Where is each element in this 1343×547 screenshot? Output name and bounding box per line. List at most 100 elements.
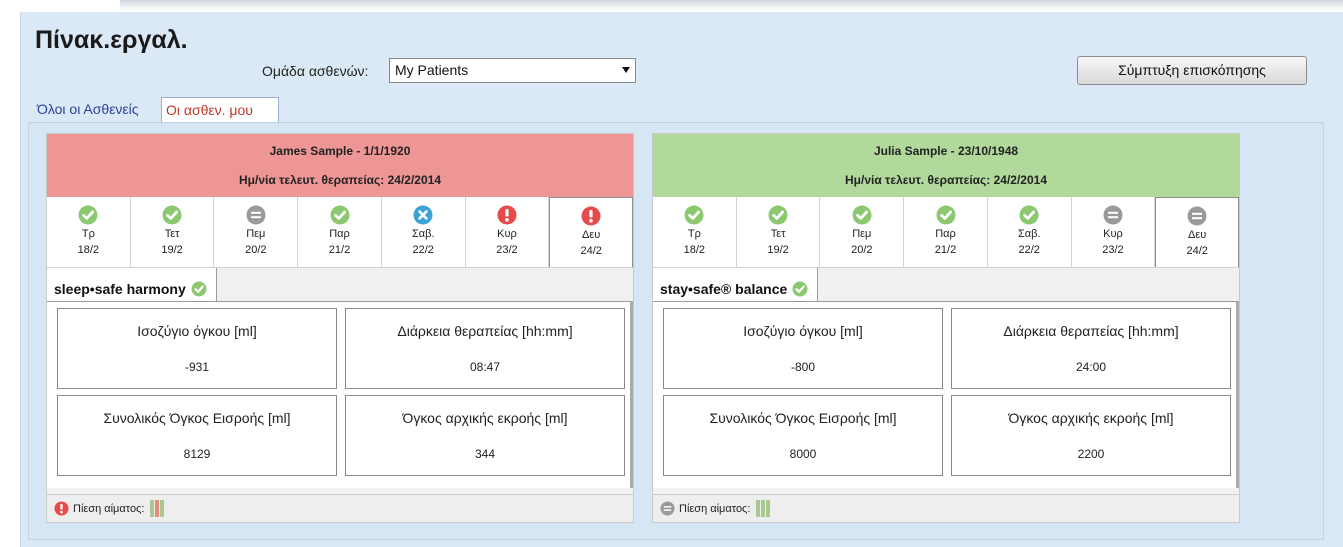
day-date: 24/2 — [580, 245, 602, 257]
day-cell[interactable]: Παρ 21/2 — [298, 197, 382, 267]
status-icon — [298, 205, 381, 225]
top-shadow — [120, 0, 1343, 10]
day-cell[interactable]: Τρ 18/2 — [653, 197, 737, 267]
day-cell[interactable]: Σαβ. 22/2 — [988, 197, 1072, 267]
day-date: 22/2 — [412, 244, 434, 256]
metric-label: Ισοζύγιο όγκου [ml] — [137, 323, 257, 339]
page-title: Πίνακ.εργαλ. — [35, 26, 188, 54]
metric-volume-balance: Ισοζύγιο όγκου [ml] -931 — [57, 308, 337, 389]
blood-pressure-label: Πίεση αίματος: — [73, 502, 145, 515]
status-icon — [466, 205, 549, 225]
day-date: 19/2 — [161, 244, 183, 256]
metric-label: Συνολικός Όγκος Εισροής [ml] — [103, 410, 291, 426]
metric-value: -931 — [184, 360, 210, 374]
day-label: Κυρ — [497, 228, 517, 240]
day-date: 22/2 — [1018, 244, 1040, 256]
status-icon — [214, 205, 297, 225]
day-cell[interactable]: Κυρ 23/2 — [1072, 197, 1156, 267]
status-icon — [904, 205, 987, 225]
patient-card[interactable]: Julia Sample - 23/10/1948 Ημ/νία τελευτ.… — [652, 133, 1240, 523]
blood-pressure-footer[interactable]: Πίεση αίματος: — [653, 494, 1239, 522]
patient-card[interactable]: James Sample - 1/1/1920 Ημ/νία τελευτ. θ… — [46, 133, 634, 523]
metric-value: 8000 — [789, 447, 817, 461]
day-date: 24/2 — [1186, 245, 1208, 257]
day-date: 23/2 — [496, 244, 518, 256]
metric-initial-drain: Όγκος αρχικής εκροής [ml] 2200 — [951, 395, 1231, 476]
status-icon — [1156, 206, 1238, 226]
metric-value: 2200 — [1077, 447, 1105, 461]
day-label: Πεμ — [852, 228, 872, 240]
metric-total-inflow: Συνολικός Όγκος Εισροής [ml] 8129 — [57, 395, 337, 476]
day-label: Τρ — [687, 228, 701, 240]
metric-value: 8129 — [183, 447, 211, 461]
metric-value: 344 — [474, 447, 496, 461]
day-date: 20/2 — [851, 244, 873, 256]
check-icon — [792, 281, 808, 297]
status-icon — [988, 205, 1071, 225]
blood-pressure-footer[interactable]: Πίεση αίματος: — [47, 494, 633, 522]
day-date: 23/2 — [1102, 244, 1124, 256]
blood-pressure-chart-icon — [756, 500, 771, 517]
therapy-days: Τρ 18/2 Τετ 19/2 Πεμ 20/2 Παρ 21/2 Σαβ. 22/2 … — [653, 197, 1240, 268]
alert-icon — [54, 501, 69, 516]
patient-group-select[interactable]: My Patients — [389, 58, 636, 83]
therapy-tabbar: sleep•safe harmony — [47, 268, 633, 302]
metric-therapy-duration: Διάρκεια θεραπείας [hh:mm] 24:00 — [951, 308, 1231, 389]
day-cell-selected[interactable]: Δευ 24/2 — [549, 197, 634, 267]
therapy-tabbar: stay•safe® balance — [653, 268, 1239, 302]
therapy-tab[interactable]: stay•safe® balance — [653, 268, 819, 302]
metric-total-inflow: Συνολικός Όγκος Εισροής [ml] 8000 — [663, 395, 943, 476]
patient-group-label: Ομάδα ασθενών: — [262, 63, 369, 79]
day-cell[interactable]: Πεμ 20/2 — [820, 197, 905, 267]
status-icon — [1072, 205, 1155, 225]
day-date: 18/2 — [683, 244, 706, 256]
metric-therapy-duration: Διάρκεια θεραπείας [hh:mm] 08:47 — [345, 308, 625, 389]
metric-label: Διάρκεια θεραπείας [hh:mm] — [397, 323, 573, 339]
day-cell[interactable]: Παρ 21/2 — [904, 197, 988, 267]
status-icon — [653, 205, 736, 225]
patient-header: Julia Sample - 23/10/1948 Ημ/νία τελευτ.… — [653, 134, 1239, 197]
status-icon — [131, 205, 214, 225]
chevron-down-icon — [622, 67, 630, 73]
day-label: Κυρ — [1103, 228, 1123, 240]
day-cell[interactable]: Σαβ. 22/2 — [382, 197, 466, 267]
metric-value: 08:47 — [469, 360, 501, 374]
metric-label: Διάρκεια θεραπείας [hh:mm] — [1003, 323, 1179, 339]
metric-label: Συνολικός Όγκος Εισροής [ml] — [709, 410, 897, 426]
day-cell[interactable]: Κυρ 23/2 — [466, 197, 550, 267]
metric-value: 24:00 — [1075, 360, 1107, 374]
tab-my-patients[interactable]: Οι ασθεν. μου — [161, 97, 279, 124]
metric-initial-drain: Όγκος αρχικής εκροής [ml] 344 — [345, 395, 625, 476]
metric-label: Ισοζύγιο όγκου [ml] — [743, 323, 863, 339]
therapy-tab[interactable]: sleep•safe harmony — [47, 268, 217, 302]
collapse-overview-button[interactable]: Σύμπτυξη επισκόπησης — [1077, 56, 1307, 85]
patient-group-value: My Patients — [395, 62, 469, 78]
therapy-days: Τρ 18/2 Τετ 19/2 Πεμ 20/2 Παρ 21/2 Σαβ. 22/2 … — [47, 197, 634, 268]
metric-label: Όγκος αρχικής εκροής [ml] — [1008, 410, 1174, 426]
metrics-grid: Ισοζύγιο όγκου [ml] -931 Διάρκεια θεραπεί… — [47, 301, 633, 488]
day-label: Τετ — [164, 228, 180, 240]
day-cell[interactable]: Πεμ 20/2 — [214, 197, 299, 267]
status-icon — [382, 205, 465, 225]
day-date: 20/2 — [245, 244, 267, 256]
day-label: Δευ — [1188, 229, 1207, 241]
metric-label: Όγκος αρχικής εκροής [ml] — [402, 410, 568, 426]
status-icon — [550, 206, 632, 226]
tab-all-patients[interactable]: Όλοι οι Ασθενείς — [33, 97, 143, 122]
day-cell-selected[interactable]: Δευ 24/2 — [1155, 197, 1240, 267]
day-label: Παρ — [935, 228, 956, 240]
day-label: Τετ — [770, 228, 786, 240]
day-cell[interactable]: Τετ 19/2 — [131, 197, 215, 267]
patient-header: James Sample - 1/1/1920 Ημ/νία τελευτ. θ… — [47, 134, 633, 197]
patient-name: James Sample - 1/1/1920 — [269, 144, 411, 158]
day-date: 21/2 — [934, 244, 957, 256]
day-cell[interactable]: Τρ 18/2 — [47, 197, 131, 267]
day-label: Πεμ — [246, 228, 266, 240]
day-label: Δευ — [582, 229, 601, 241]
status-icon — [820, 205, 903, 225]
metric-volume-balance: Ισοζύγιο όγκου [ml] -800 — [663, 308, 943, 389]
day-date: 19/2 — [767, 244, 789, 256]
check-icon — [191, 281, 207, 297]
none-status-icon — [660, 501, 675, 516]
day-cell[interactable]: Τετ 19/2 — [737, 197, 821, 267]
